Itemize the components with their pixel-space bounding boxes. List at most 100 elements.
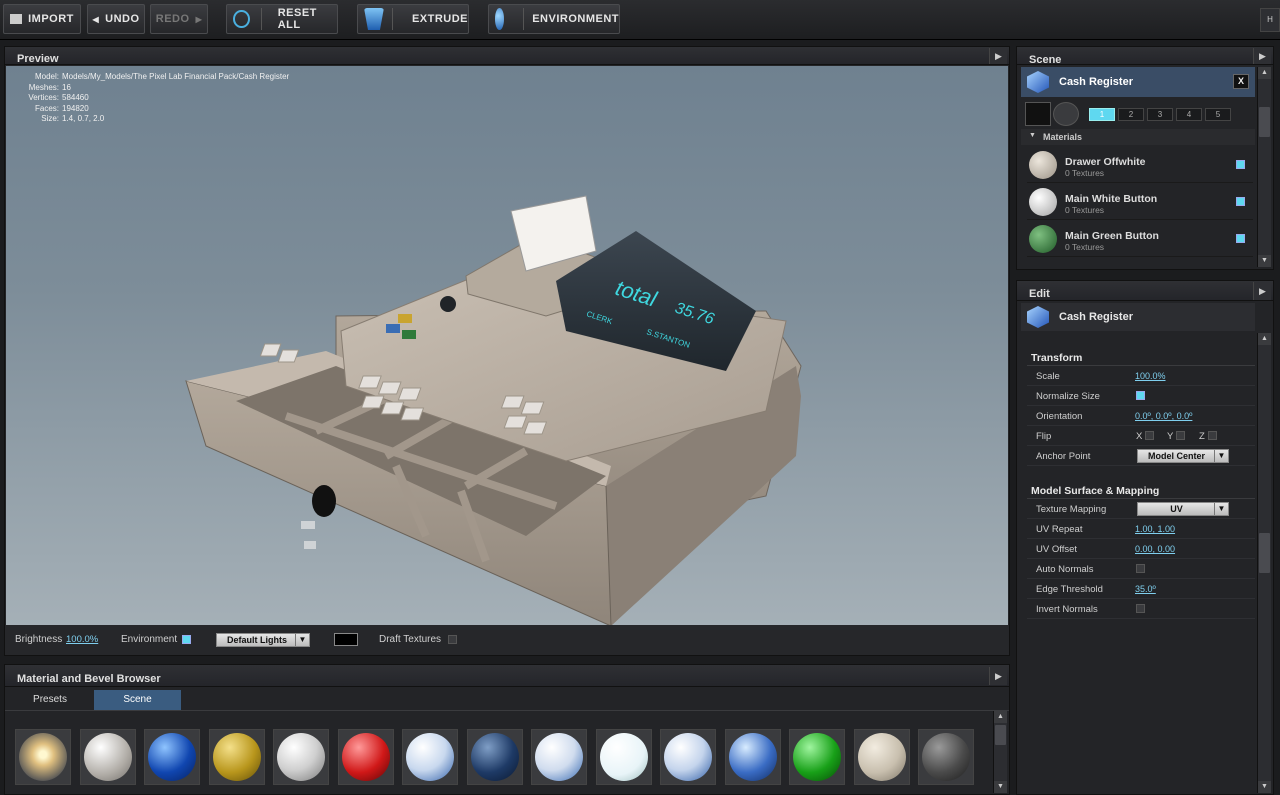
extrude-icon <box>364 8 384 30</box>
slot-tab-4[interactable]: 4 <box>1176 108 1202 121</box>
tab-scene[interactable]: Scene <box>94 690 181 710</box>
material-ball <box>535 733 583 781</box>
preview-title: Preview <box>17 53 59 65</box>
material-ball <box>341 733 390 781</box>
material-ball <box>664 733 712 781</box>
cube-icon <box>1027 306 1049 328</box>
material-swatch-glossy-green[interactable] <box>789 729 845 785</box>
slot-tab-2[interactable]: 2 <box>1118 108 1144 121</box>
scroll-up-icon[interactable]: ▲ <box>994 711 1007 723</box>
scale-value[interactable]: 100.0% <box>1135 371 1166 381</box>
normalize-row: Normalize Size <box>1027 386 1255 406</box>
material-swatch-american-flag-print-2[interactable] <box>531 729 587 785</box>
uv-repeat-value[interactable]: 1.00, 1.00 <box>1135 524 1175 534</box>
3d-viewport[interactable]: Model: Models/My_Models/The Pixel Lab Fin… <box>6 66 1008 626</box>
reset-all-button[interactable]: RESET ALL <box>226 4 338 34</box>
surface-section-title: Model Surface & Mapping <box>1031 485 1160 497</box>
material-swatch-dark-gray[interactable] <box>918 729 974 785</box>
material-swatch-white-pattern[interactable] <box>273 729 329 785</box>
panel-arrow-icon[interactable]: ▶ <box>989 48 1007 64</box>
material-ball <box>212 733 261 781</box>
flip-y-checkbox[interactable] <box>1176 431 1185 440</box>
panel-arrow-icon[interactable]: ▶ <box>1253 48 1271 64</box>
reset-icon <box>233 10 250 28</box>
scene-object-name: Cash Register <box>1059 76 1133 88</box>
material-swatch-navy-blue[interactable] <box>466 729 523 785</box>
material-ball <box>599 733 648 781</box>
close-icon[interactable]: X <box>1233 74 1249 89</box>
scroll-up-icon[interactable]: ▲ <box>1258 67 1271 79</box>
environment-button[interactable]: ENVIRONMENT <box>488 4 620 34</box>
scene-scrollbar[interactable]: ▲ ▼ <box>1257 67 1271 267</box>
material-swatch-american-flag-print-3[interactable] <box>660 729 716 785</box>
material-swatch-beige-fabric[interactable] <box>853 729 910 785</box>
material-swatch-pearl-white[interactable] <box>79 729 136 785</box>
invert-normals-checkbox[interactable] <box>1136 604 1145 613</box>
preview-panel: Preview ▶ Model: Models/My_Models/The Pix… <box>4 46 1010 656</box>
edit-title: Edit <box>1029 288 1050 300</box>
material-swatch-glow-sphere[interactable] <box>15 729 71 785</box>
material-visible-checkbox[interactable] <box>1236 160 1245 169</box>
globe-icon <box>495 8 505 30</box>
panel-arrow-icon[interactable]: ▶ <box>1253 282 1271 300</box>
normalize-checkbox[interactable] <box>1136 391 1145 400</box>
scene-title: Scene <box>1029 54 1062 66</box>
folder-icon <box>10 14 23 24</box>
material-swatch-american-flag-print[interactable] <box>402 729 458 785</box>
anchor-dropdown[interactable]: Model Center ▼ <box>1137 449 1229 463</box>
extrude-button[interactable]: EXTRUDE <box>357 4 469 34</box>
brightness-value[interactable]: 100.0% <box>66 634 98 645</box>
material-ball <box>19 733 67 781</box>
material-ball <box>728 733 777 781</box>
draft-textures-checkbox[interactable] <box>448 635 457 644</box>
draft-textures-label: Draft Textures <box>379 634 442 645</box>
edit-object-header: Cash Register <box>1021 303 1255 331</box>
slot-tab-5[interactable]: 5 <box>1205 108 1231 121</box>
import-button[interactable]: IMPORT <box>3 4 81 34</box>
material-swatch-glossy-red[interactable] <box>337 729 394 785</box>
material-row[interactable]: Main White Button 0 Textures <box>1027 185 1253 220</box>
cube-icon <box>1027 71 1049 93</box>
edge-threshold-value[interactable]: 35.0º <box>1135 584 1156 594</box>
auto-normals-checkbox[interactable] <box>1136 564 1145 573</box>
flip-x-checkbox[interactable] <box>1145 431 1154 440</box>
material-swatch-mustard-yellow[interactable] <box>208 729 265 785</box>
orientation-value[interactable]: 0.0º, 0.0º, 0.0º <box>1135 411 1192 421</box>
uv-offset-row: UV Offset 0.00, 0.00 <box>1027 539 1255 559</box>
environment-checkbox[interactable] <box>182 635 191 644</box>
material-ball <box>406 733 454 781</box>
texture-mapping-row: Texture Mapping UV ▼ <box>1027 499 1255 519</box>
tab-presets[interactable]: Presets <box>6 690 94 710</box>
scroll-down-icon[interactable]: ▼ <box>994 781 1007 793</box>
slot-tab-1[interactable]: 1 <box>1089 108 1115 121</box>
background-color-swatch[interactable] <box>334 633 358 646</box>
material-swatch-glossy-blue[interactable] <box>144 729 200 785</box>
browser-scrollbar[interactable]: ▲ ▼ <box>993 711 1007 793</box>
material-row[interactable]: Drawer Offwhite 0 Textures <box>1027 148 1253 183</box>
flip-z-checkbox[interactable] <box>1208 431 1217 440</box>
help-button[interactable]: H <box>1260 8 1280 32</box>
scroll-up-icon[interactable]: ▲ <box>1258 333 1271 345</box>
texture-mapping-dropdown[interactable]: UV ▼ <box>1137 502 1229 516</box>
material-visible-checkbox[interactable] <box>1236 197 1245 206</box>
chevron-down-icon: ▼ <box>1214 450 1228 462</box>
chevron-down-icon: ▼ <box>1214 503 1228 515</box>
material-ball <box>793 733 841 781</box>
material-visible-checkbox[interactable] <box>1236 234 1245 243</box>
material-swatch-plain-white[interactable] <box>595 729 652 785</box>
scroll-down-icon[interactable]: ▼ <box>1258 781 1271 793</box>
material-mode-icon[interactable] <box>1053 102 1079 126</box>
material-row[interactable]: Main Green Button 0 Textures <box>1027 222 1253 257</box>
edit-scrollbar[interactable]: ▲ ▼ <box>1257 333 1271 793</box>
lights-dropdown[interactable]: Default Lights ▼ <box>216 633 310 647</box>
object-mode-icon[interactable] <box>1025 102 1051 126</box>
scene-object-header[interactable]: Cash Register X <box>1021 67 1255 97</box>
panel-arrow-icon[interactable]: ▶ <box>989 667 1007 685</box>
slot-tab-3[interactable]: 3 <box>1147 108 1173 121</box>
uv-offset-value[interactable]: 0.00, 0.00 <box>1135 544 1175 554</box>
scroll-down-icon[interactable]: ▼ <box>1258 255 1271 267</box>
browser-title: Material and Bevel Browser <box>17 673 161 685</box>
undo-button[interactable]: ◀ UNDO <box>87 4 145 34</box>
material-swatch-blue-logo-sphere[interactable] <box>724 729 781 785</box>
redo-button[interactable]: REDO ▶ <box>150 4 208 34</box>
